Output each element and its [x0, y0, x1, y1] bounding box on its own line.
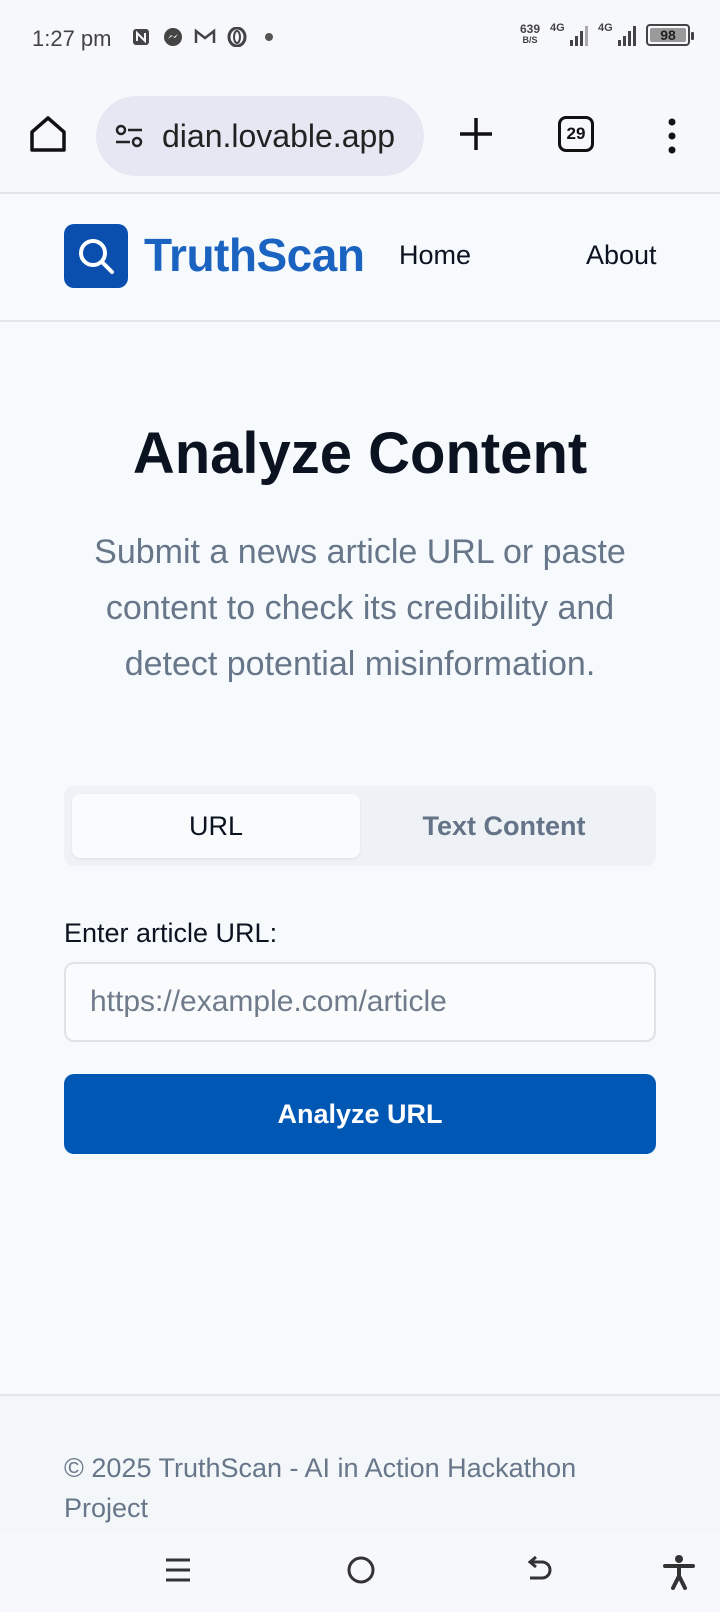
page-subtitle: Submit a news article URL or paste conte…	[94, 533, 626, 683]
accessibility-icon[interactable]	[662, 1554, 696, 1595]
site-header: TruthScan Home About	[0, 194, 720, 322]
tab-switcher-icon[interactable]: 29	[558, 116, 594, 152]
more-notifications-dot-icon	[258, 26, 280, 48]
opera-icon	[226, 26, 248, 48]
brand-name[interactable]: TruthScan	[144, 228, 365, 282]
logo[interactable]	[64, 224, 128, 288]
battery-level: 98	[660, 27, 676, 43]
network-speed: 639 B/S	[519, 22, 540, 46]
url-field-label: Enter article URL:	[64, 918, 278, 948]
battery-icon: 98	[646, 24, 694, 46]
notion-icon	[130, 26, 152, 48]
tab-text-content[interactable]: Text Content	[360, 794, 648, 858]
footer-copyright: © 2025 TruthScan - AI in Action Hackatho…	[64, 1453, 577, 1523]
analyze-url-button[interactable]: Analyze URL	[64, 1074, 656, 1154]
system-navigation-bar	[0, 1534, 720, 1612]
url-text: dian.lovable.app	[162, 117, 396, 154]
home-circle-icon[interactable]	[346, 1554, 376, 1591]
recent-apps-icon[interactable]	[164, 1554, 192, 1591]
signal-icon: 4G	[550, 22, 588, 46]
gmail-icon	[194, 26, 216, 48]
signal-label: 4G	[598, 22, 613, 34]
tab-url[interactable]: URL	[72, 794, 360, 858]
tune-icon[interactable]	[112, 119, 146, 153]
signal-label: 4G	[550, 22, 565, 34]
network-speed-value: 639	[519, 22, 540, 36]
search-icon	[79, 239, 114, 274]
footer: © 2025 TruthScan - AI in Action Hackatho…	[0, 1394, 720, 1534]
system-status: 639 B/S 4G 4G 98	[519, 22, 694, 46]
network-speed-unit: B/S	[522, 35, 538, 45]
nav-about-link[interactable]: About	[586, 240, 657, 271]
status-time: 1:27 pm	[32, 26, 112, 51]
signal-icon: 4G	[598, 22, 636, 46]
plus-icon[interactable]	[456, 114, 496, 154]
browser-toolbar: dian.lovable.app 29	[0, 82, 720, 194]
nav-home-link[interactable]: Home	[399, 240, 471, 271]
messenger-icon	[162, 26, 184, 48]
tab-count: 29	[566, 124, 586, 143]
status-bar: 1:27 pm 639 B/S 4G 4G 98	[0, 0, 720, 82]
notification-icons	[130, 26, 280, 48]
address-bar[interactable]: dian.lovable.app	[96, 96, 424, 176]
page-title: Analyze Content	[132, 421, 588, 486]
back-icon[interactable]	[524, 1554, 554, 1591]
home-icon[interactable]	[28, 112, 68, 156]
more-vert-icon[interactable]	[664, 116, 680, 156]
input-mode-tabs: URL Text Content	[64, 786, 656, 866]
url-input[interactable]	[64, 962, 656, 1042]
